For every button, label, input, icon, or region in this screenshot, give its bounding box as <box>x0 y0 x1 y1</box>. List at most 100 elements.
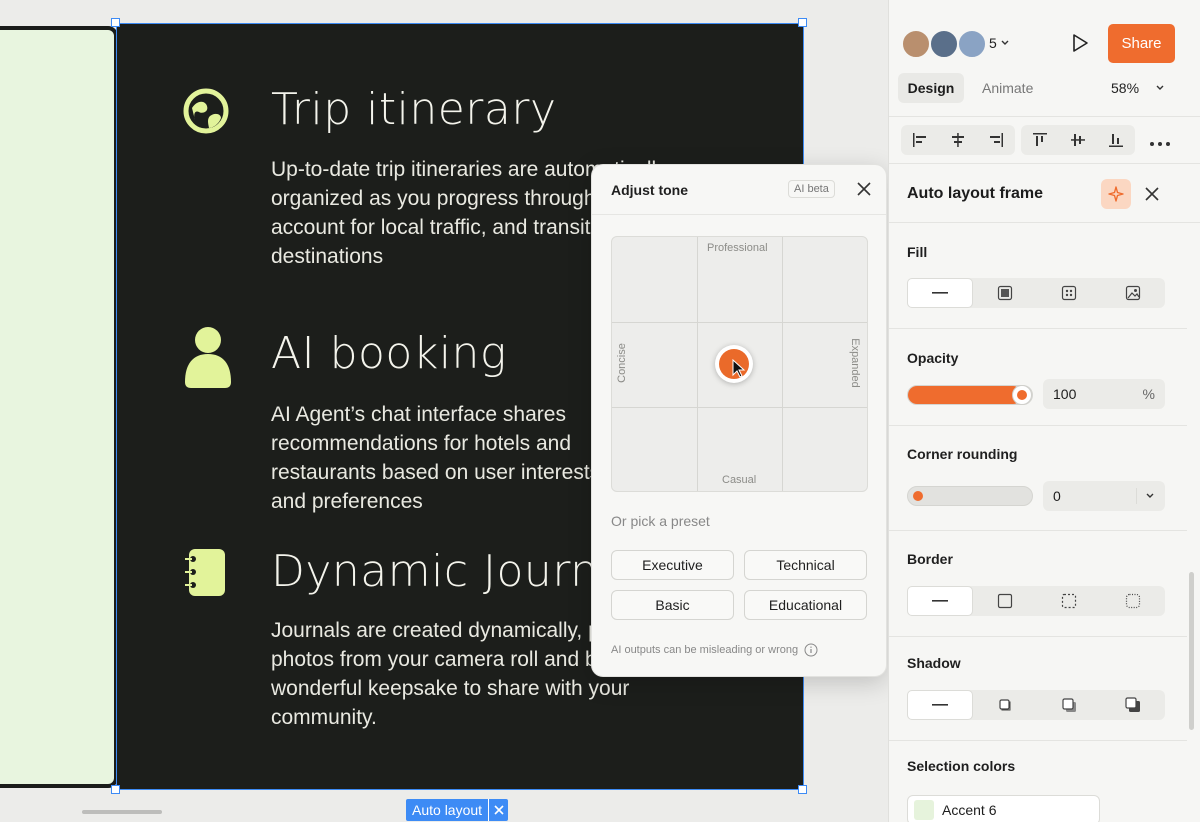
fill-none-button[interactable] <box>907 278 973 308</box>
ai-warning: AI outputs can be misleading or wrong <box>611 643 818 657</box>
feature-description: AI Agent’s chat interface shares recomme… <box>271 403 601 513</box>
zoom-dropdown[interactable]: 58% <box>1111 80 1165 96</box>
properties-panel: 5 Share Design Animate 58% Auto layout f… <box>888 0 1200 822</box>
corner-dropdown[interactable] <box>1136 488 1155 504</box>
axis-label-left: Concise <box>615 343 628 383</box>
alignment-toolbar <box>889 116 1200 164</box>
corner-input[interactable]: 0 <box>1043 481 1165 511</box>
shadow-large-icon <box>1125 697 1140 712</box>
opacity-slider[interactable] <box>907 385 1033 405</box>
remove-auto-layout-button[interactable] <box>488 799 508 821</box>
opacity-slider-thumb[interactable] <box>1012 385 1032 405</box>
tab-animate[interactable]: Animate <box>982 80 1033 96</box>
panel-scrollbar[interactable] <box>1189 572 1194 730</box>
section-title: Selection colors <box>907 758 1016 774</box>
preset-educational-button[interactable]: Educational <box>744 590 867 620</box>
align-right-button[interactable] <box>977 125 1015 155</box>
opacity-slider-fill <box>908 386 1022 404</box>
border-type-selector <box>907 586 1165 616</box>
auto-layout-badge[interactable]: Auto layout <box>406 799 509 821</box>
border-solid-button[interactable] <box>973 586 1037 616</box>
resize-handle-bottom-left[interactable] <box>111 785 120 794</box>
corner-slider[interactable] <box>907 486 1033 506</box>
more-options-button[interactable] <box>1149 131 1171 152</box>
none-icon <box>932 292 948 294</box>
border-none-button[interactable] <box>907 586 973 616</box>
left-frame[interactable] <box>0 26 118 788</box>
axis-label-right: Expanded <box>848 338 861 388</box>
align-bottom-button[interactable] <box>1097 125 1135 155</box>
opacity-section: Opacity 100 % <box>889 329 1187 426</box>
play-icon <box>1073 34 1088 52</box>
cursor-icon <box>732 359 746 378</box>
close-popup-button[interactable] <box>854 179 874 199</box>
pattern-icon <box>1061 285 1077 301</box>
align-left-button[interactable] <box>901 125 939 155</box>
align-middle-button[interactable] <box>1059 125 1097 155</box>
preset-technical-button[interactable]: Technical <box>744 550 867 580</box>
align-left-icon <box>913 133 926 147</box>
border-dotted-button[interactable] <box>1101 586 1165 616</box>
section-title: Corner rounding <box>907 446 1018 462</box>
avatar[interactable] <box>929 29 959 59</box>
resize-handle-top-left[interactable] <box>111 18 120 27</box>
journal-icon <box>183 548 237 602</box>
align-top-button[interactable] <box>1021 125 1059 155</box>
ai-warning-text: AI outputs can be misleading or wrong <box>611 644 799 656</box>
tone-matrix[interactable]: Professional Casual Concise Expanded <box>611 236 868 492</box>
shadow-none-button[interactable] <box>907 690 973 720</box>
ai-beta-badge: AI beta <box>788 180 835 198</box>
resize-handle-top-right[interactable] <box>798 18 807 27</box>
close-selection-button[interactable] <box>1141 183 1163 205</box>
preset-executive-button[interactable]: Executive <box>611 550 734 580</box>
globe-icon <box>183 88 237 142</box>
section-title: Fill <box>907 244 928 260</box>
auto-layout-label: Auto layout <box>412 802 483 818</box>
share-button[interactable]: Share <box>1108 24 1175 63</box>
image-icon <box>1125 285 1141 301</box>
preset-basic-button[interactable]: Basic <box>611 590 734 620</box>
opacity-input[interactable]: 100 % <box>1043 379 1165 409</box>
opacity-unit: % <box>1142 386 1155 402</box>
section-title: Opacity <box>907 350 959 366</box>
resize-handle-bottom-right[interactable] <box>798 785 807 794</box>
feature-title: Dynamic Journal <box>271 546 639 597</box>
play-button[interactable] <box>1069 32 1091 54</box>
shadow-small-button[interactable] <box>973 690 1037 720</box>
dotted-border-icon <box>1125 593 1141 609</box>
fill-image-button[interactable] <box>1101 278 1165 308</box>
collaborators-dropdown[interactable]: 5 <box>989 35 1010 51</box>
shadow-medium-button[interactable] <box>1037 690 1101 720</box>
avatar[interactable] <box>957 29 987 59</box>
align-right-icon <box>990 133 1003 147</box>
selection-color-item[interactable]: Accent 6 <box>907 795 1100 822</box>
fill-pattern-button[interactable] <box>1037 278 1101 308</box>
align-center-button[interactable] <box>939 125 977 155</box>
ai-magic-button[interactable] <box>1101 179 1131 209</box>
section-title: Border <box>907 551 953 567</box>
popup-header: Adjust tone AI beta <box>592 165 886 215</box>
none-icon <box>932 600 948 602</box>
color-swatch[interactable] <box>914 800 934 820</box>
info-icon[interactable] <box>804 643 818 657</box>
avatar[interactable] <box>901 29 931 59</box>
fill-solid-button[interactable] <box>973 278 1037 308</box>
chevron-down-icon <box>1156 85 1164 90</box>
close-icon <box>493 805 504 815</box>
axis-label-top: Professional <box>707 242 768 254</box>
border-dashed-button[interactable] <box>1037 586 1101 616</box>
canvas-scrollbar[interactable] <box>82 810 162 814</box>
corner-rounding-section: Corner rounding 0 <box>889 426 1187 531</box>
selection-title: Auto layout frame <box>907 185 1044 202</box>
fill-type-selector <box>907 278 1165 308</box>
solid-border-icon <box>997 593 1013 609</box>
section-title: Shadow <box>907 655 961 671</box>
shadow-large-button[interactable] <box>1101 690 1165 720</box>
align-middle-icon <box>1071 134 1085 146</box>
close-icon <box>857 182 871 196</box>
sparkle-icon <box>1108 186 1124 202</box>
panel-toolbar: 5 Share Design Animate 58% <box>889 0 1200 164</box>
corner-slider-thumb[interactable] <box>908 486 928 506</box>
close-icon <box>1145 187 1159 201</box>
tab-design[interactable]: Design <box>898 73 964 103</box>
